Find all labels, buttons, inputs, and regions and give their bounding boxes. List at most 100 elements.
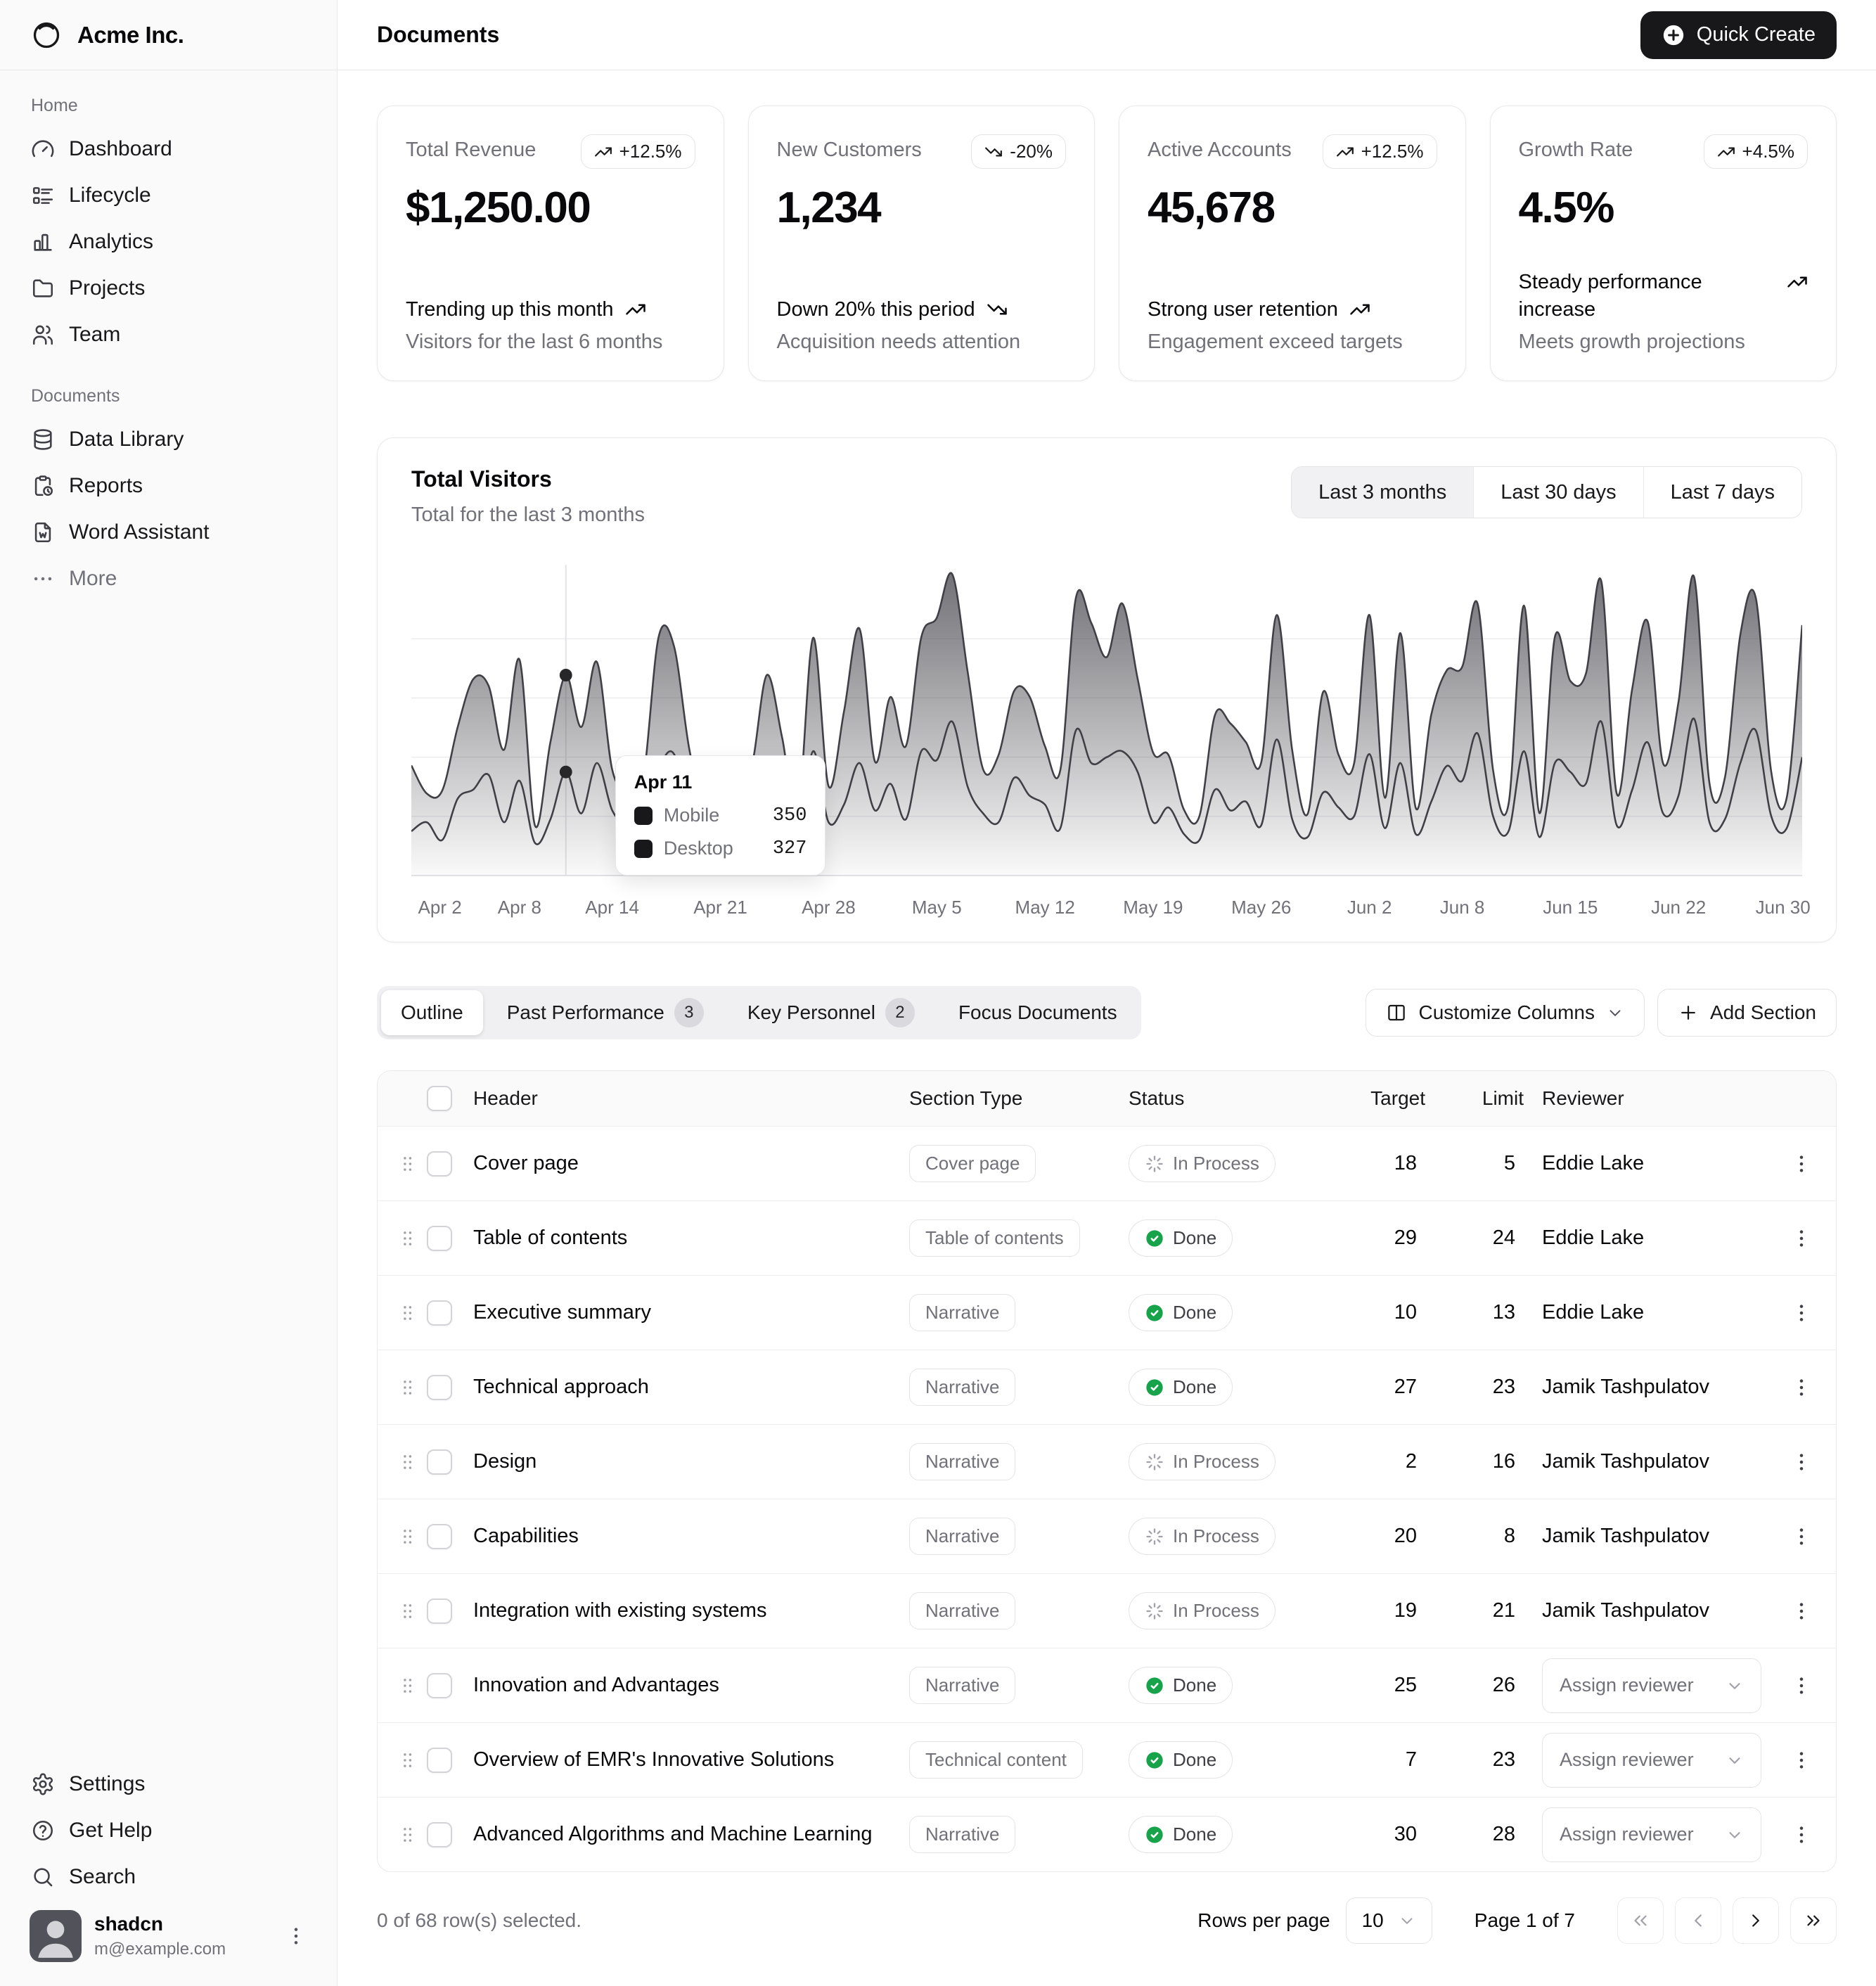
row-header[interactable]: Integration with existing systems bbox=[473, 1599, 909, 1622]
quick-create-button[interactable]: Quick Create bbox=[1640, 11, 1837, 59]
ellipsis-vertical-icon[interactable] bbox=[1790, 1302, 1813, 1324]
first-page-button[interactable] bbox=[1617, 1897, 1664, 1944]
assign-reviewer-select[interactable]: Assign reviewer bbox=[1542, 1658, 1761, 1713]
limit-value[interactable]: 16 bbox=[1425, 1450, 1524, 1473]
target-value[interactable]: 29 bbox=[1339, 1226, 1425, 1250]
stat-card-footer-title: Down 20% this period bbox=[777, 296, 975, 323]
limit-value[interactable]: 26 bbox=[1425, 1674, 1524, 1697]
ellipsis-vertical-icon[interactable] bbox=[1790, 1749, 1813, 1772]
limit-value[interactable]: 28 bbox=[1425, 1823, 1524, 1846]
limit-value[interactable]: 5 bbox=[1425, 1152, 1524, 1175]
sidebar-header[interactable]: Acme Inc. bbox=[0, 0, 337, 70]
target-value[interactable]: 18 bbox=[1339, 1152, 1425, 1175]
tab-past-performance[interactable]: Past Performance3 bbox=[487, 990, 724, 1035]
ellipsis-vertical-icon[interactable] bbox=[1790, 1227, 1813, 1250]
x-axis-tick: Apr 14 bbox=[585, 897, 639, 918]
target-value[interactable]: 25 bbox=[1339, 1674, 1425, 1697]
limit-value[interactable]: 23 bbox=[1425, 1748, 1524, 1772]
grip-icon[interactable] bbox=[397, 1377, 418, 1398]
stat-card: New Customers-20%1,234Down 20% this peri… bbox=[748, 105, 1096, 381]
target-value[interactable]: 30 bbox=[1339, 1823, 1425, 1846]
row-header[interactable]: Innovation and Advantages bbox=[473, 1674, 909, 1697]
ellipsis-vertical-icon[interactable] bbox=[1790, 1525, 1813, 1548]
row-header[interactable]: Table of contents bbox=[473, 1226, 909, 1250]
row-checkbox[interactable] bbox=[427, 1599, 452, 1624]
limit-value[interactable]: 13 bbox=[1425, 1301, 1524, 1324]
ellipsis-vertical-icon[interactable] bbox=[1790, 1824, 1813, 1846]
sidebar-item-lifecycle[interactable]: Lifecycle bbox=[18, 172, 319, 219]
sidebar-item-projects[interactable]: Projects bbox=[18, 265, 319, 312]
next-page-button[interactable] bbox=[1733, 1897, 1779, 1944]
limit-value[interactable]: 24 bbox=[1425, 1226, 1524, 1250]
row-checkbox[interactable] bbox=[427, 1300, 452, 1326]
customize-columns-button[interactable]: Customize Columns bbox=[1366, 989, 1645, 1037]
row-checkbox[interactable] bbox=[427, 1524, 452, 1549]
target-value[interactable]: 27 bbox=[1339, 1376, 1425, 1399]
grip-icon[interactable] bbox=[397, 1750, 418, 1771]
range-option-last-3-months[interactable]: Last 3 months bbox=[1292, 467, 1473, 518]
sidebar-item-reports[interactable]: Reports bbox=[18, 463, 319, 509]
ellipsis-vertical-icon[interactable] bbox=[1790, 1153, 1813, 1175]
sidebar-item-settings[interactable]: Settings bbox=[18, 1761, 319, 1807]
tab-focus-documents[interactable]: Focus Documents bbox=[939, 990, 1137, 1035]
hover-dot-desktop bbox=[560, 669, 572, 681]
limit-value[interactable]: 23 bbox=[1425, 1376, 1524, 1399]
sidebar-item-dashboard[interactable]: Dashboard bbox=[18, 126, 319, 172]
ellipsis-vertical-icon[interactable] bbox=[1790, 1600, 1813, 1622]
grip-icon[interactable] bbox=[397, 1824, 418, 1845]
ellipsis-vertical-icon[interactable] bbox=[1790, 1451, 1813, 1473]
target-value[interactable]: 20 bbox=[1339, 1525, 1425, 1548]
range-option-last-7-days[interactable]: Last 7 days bbox=[1643, 467, 1801, 518]
assign-reviewer-select[interactable]: Assign reviewer bbox=[1542, 1807, 1761, 1862]
target-value[interactable]: 2 bbox=[1339, 1450, 1425, 1473]
assign-reviewer-select[interactable]: Assign reviewer bbox=[1542, 1733, 1761, 1788]
status-badge: In Process bbox=[1129, 1145, 1276, 1182]
sidebar-item-analytics[interactable]: Analytics bbox=[18, 219, 319, 265]
row-header[interactable]: Cover page bbox=[473, 1152, 909, 1175]
row-header[interactable]: Design bbox=[473, 1450, 909, 1473]
limit-value[interactable]: 8 bbox=[1425, 1525, 1524, 1548]
sidebar-item-more[interactable]: More bbox=[18, 556, 319, 602]
target-value[interactable]: 7 bbox=[1339, 1748, 1425, 1772]
row-header[interactable]: Technical approach bbox=[473, 1376, 909, 1399]
target-value[interactable]: 10 bbox=[1339, 1301, 1425, 1324]
user-row[interactable]: shadcn m@example.com bbox=[18, 1900, 319, 1972]
row-header[interactable]: Advanced Algorithms and Machine Learning bbox=[473, 1823, 909, 1846]
sidebar-item-word-assistant[interactable]: Word Assistant bbox=[18, 509, 319, 556]
last-page-button[interactable] bbox=[1790, 1897, 1837, 1944]
tab-key-personnel[interactable]: Key Personnel2 bbox=[728, 990, 934, 1035]
grip-icon[interactable] bbox=[397, 1228, 418, 1249]
range-option-last-30-days[interactable]: Last 30 days bbox=[1473, 467, 1643, 518]
row-checkbox[interactable] bbox=[427, 1226, 452, 1251]
sidebar-item-data-library[interactable]: Data Library bbox=[18, 416, 319, 463]
add-section-button[interactable]: Add Section bbox=[1657, 989, 1837, 1037]
row-header[interactable]: Overview of EMR's Innovative Solutions bbox=[473, 1748, 909, 1772]
row-checkbox[interactable] bbox=[427, 1673, 452, 1698]
grip-icon[interactable] bbox=[397, 1601, 418, 1622]
grip-icon[interactable] bbox=[397, 1526, 418, 1547]
row-checkbox[interactable] bbox=[427, 1748, 452, 1773]
select-all-checkbox[interactable] bbox=[427, 1086, 452, 1111]
grip-icon[interactable] bbox=[397, 1452, 418, 1473]
sidebar-item-search[interactable]: Search bbox=[18, 1854, 319, 1900]
grip-icon[interactable] bbox=[397, 1675, 418, 1696]
row-checkbox[interactable] bbox=[427, 1449, 452, 1475]
sidebar-item-get-help[interactable]: Get Help bbox=[18, 1807, 319, 1854]
previous-page-button[interactable] bbox=[1675, 1897, 1721, 1944]
row-checkbox[interactable] bbox=[427, 1375, 452, 1400]
grip-icon[interactable] bbox=[397, 1153, 418, 1174]
rows-per-page-select[interactable]: 10 bbox=[1346, 1897, 1432, 1944]
row-header[interactable]: Executive summary bbox=[473, 1301, 909, 1324]
chart-area[interactable]: Apr 11Mobile350Desktop327 bbox=[411, 555, 1802, 878]
ellipsis-vertical-icon[interactable] bbox=[1790, 1674, 1813, 1697]
row-header[interactable]: Capabilities bbox=[473, 1525, 909, 1548]
limit-value[interactable]: 21 bbox=[1425, 1599, 1524, 1622]
grip-icon[interactable] bbox=[397, 1302, 418, 1324]
sidebar-item-team[interactable]: Team bbox=[18, 312, 319, 358]
ellipsis-vertical-icon[interactable] bbox=[1790, 1376, 1813, 1399]
row-checkbox[interactable] bbox=[427, 1151, 452, 1177]
target-value[interactable]: 19 bbox=[1339, 1599, 1425, 1622]
tab-outline[interactable]: Outline bbox=[381, 990, 483, 1035]
row-checkbox[interactable] bbox=[427, 1822, 452, 1847]
ellipsis-vertical-icon[interactable] bbox=[285, 1925, 307, 1947]
